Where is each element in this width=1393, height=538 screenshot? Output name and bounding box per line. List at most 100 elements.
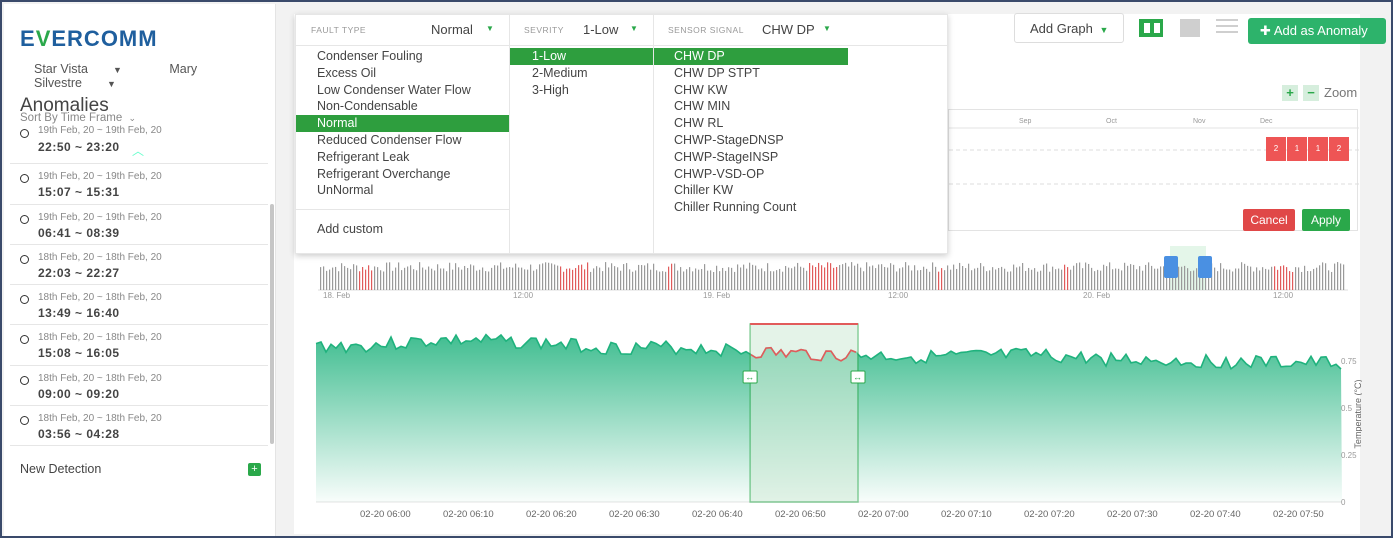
navigator-bar [1244,263,1246,290]
x-tick-label: 02-20 06:50 [775,509,826,520]
navigator-bar [1187,268,1189,290]
navigator-bar [1298,267,1300,290]
severity-option[interactable]: 3-High [510,82,653,99]
anomaly-cell[interactable]: 2 [1329,137,1349,161]
anomaly-item[interactable]: 19th Feb, 20 ~ 19th Feb, 20 22:50 ~ 23:2… [10,124,268,165]
severity-option-selected[interactable]: 1-Low [510,48,653,65]
navigator-bar [749,262,751,290]
cancel-button[interactable]: Cancel [1243,209,1295,231]
resize-arrow-icon: ↔ [853,372,862,382]
radio-icon[interactable] [20,416,29,426]
fault-option[interactable]: Refrigerant Leak [296,149,509,166]
navigator-bar [407,266,409,290]
site-selector[interactable]: Star Vista ▼ [34,62,144,76]
sensor-option[interactable]: CHWP-StageINSP [654,149,848,166]
navigator-bar [536,269,538,290]
x-tick-label: 02-20 06:40 [692,509,743,520]
severity-header[interactable]: SEVRITY 1-Low ▼ [510,15,654,46]
sensor-option[interactable]: CHWP-VSD-OP [654,166,848,183]
navigator-bar [683,271,685,290]
navigator-bar [1040,270,1042,290]
plus-icon[interactable]: + [248,463,261,476]
navigator-bar [626,263,628,290]
navigator-bar [896,271,898,290]
sensor-option[interactable]: Chiller Running Count [654,199,848,216]
sensor-option[interactable]: Chiller KW [654,182,848,199]
sensor-option[interactable]: CHW MIN [654,98,848,115]
radio-icon[interactable] [20,254,29,264]
fault-option[interactable]: Reduced Condenser Flow [296,132,509,149]
fault-option[interactable]: Low Condenser Water Flow [296,82,509,99]
anomaly-item[interactable]: 18th Feb, 20 ~ 18th Feb, 20 15:08 ~ 16:0… [10,325,268,366]
sensor-option[interactable]: CHWP-StageDNSP [654,132,848,149]
radio-icon[interactable] [20,335,29,345]
radio-icon[interactable] [20,129,29,138]
sensor-signal-header[interactable]: SENSOR SIGNAL CHW DP ▼ [654,15,948,46]
split-view-icon[interactable] [1139,19,1163,37]
navigator-bar [1001,266,1003,290]
anomaly-cell[interactable]: 1 [1308,137,1328,161]
radio-icon[interactable] [20,375,29,385]
sensor-option[interactable]: CHW RL [654,115,848,132]
navigator-bar [380,270,382,290]
anomaly-item[interactable]: 19th Feb, 20 ~ 19th Feb, 20 15:07 ~ 15:3… [10,164,268,205]
navigator-bar [581,264,583,290]
navigator-bar [968,263,970,290]
radio-icon[interactable] [20,214,29,224]
anomaly-cell[interactable]: 2 [1266,137,1286,161]
chevron-up-icon[interactable]: ︿ [132,142,144,159]
anomaly-item[interactable]: 18th Feb, 20 ~ 18th Feb, 20 03:56 ~ 04:2… [10,406,268,447]
zoom-in-icon[interactable]: + [1282,85,1298,101]
anomaly-item[interactable]: 18th Feb, 20 ~ 18th Feb, 20 22:03 ~ 22:2… [10,245,268,286]
sensor-option-selected[interactable]: CHW DP [654,48,848,65]
navigator-bar [1190,271,1192,290]
navigator-bar [473,265,475,290]
navigator-bar [1043,264,1045,290]
navigator-bar [560,266,562,290]
anomaly-item[interactable]: 18th Feb, 20 ~ 18th Feb, 20 09:00 ~ 09:2… [10,366,268,407]
anomaly-item[interactable]: 19th Feb, 20 ~ 19th Feb, 20 06:41 ~ 08:3… [10,205,268,245]
navigator-bar [569,268,571,290]
navigator-bar [1310,271,1312,290]
fault-option[interactable]: Refrigerant Overchange [296,166,509,183]
radio-icon[interactable] [20,174,29,184]
navigator-bar [824,267,826,290]
fault-option[interactable]: Non-Condensable [296,98,509,115]
navigator-bar [449,262,451,290]
add-as-anomaly-button[interactable]: ✚ Add as Anomaly [1248,18,1386,44]
navigator-bar [992,267,994,290]
fault-type-header[interactable]: FAULT TYPE Normal ▼ [296,15,510,46]
x-tick-label: 02-20 07:30 [1107,509,1158,520]
severity-option[interactable]: 2-Medium [510,65,653,82]
sidebar-scrollbar[interactable] [270,204,274,444]
add-graph-button[interactable]: Add Graph ▼ [1014,13,1124,43]
sensor-option[interactable]: CHW DP STPT [654,65,848,82]
navigator-bar [359,271,361,290]
zoom-out-icon[interactable]: − [1303,85,1319,101]
navigator-bar [752,264,754,290]
fault-option-selected[interactable]: Normal [296,115,509,132]
navigator-bar [482,267,484,290]
navigator-bar [653,263,655,290]
anomaly-cell[interactable]: 1 [1287,137,1307,161]
navigator-bar [1280,266,1282,290]
fault-option[interactable]: Condenser Fouling [296,48,509,65]
fault-option[interactable]: Excess Oil [296,65,509,82]
navigator-bar [320,267,322,290]
navigator-strip[interactable]: 18. Feb 12:00 19. Feb 12:00 20. Feb 12:00 [318,246,1348,302]
fault-option[interactable]: UnNormal [296,182,509,199]
navigator-bar [416,270,418,290]
apply-button[interactable]: Apply [1302,209,1350,231]
navigator-bar [929,271,931,290]
anomaly-item[interactable]: 18th Feb, 20 ~ 18th Feb, 20 13:49 ~ 16:4… [10,285,268,326]
sort-selector[interactable]: Sort By Time Frame ⌄ [20,112,136,124]
navigator-bar [872,265,874,290]
sensor-option[interactable]: CHW KW [654,82,848,99]
single-view-icon[interactable] [1180,19,1200,37]
navigator-bar [614,266,616,290]
navigator-bar [1100,270,1102,290]
list-view-icon[interactable] [1216,19,1238,37]
add-custom-option[interactable]: Add custom [296,210,509,236]
navigator-bar [551,263,553,290]
radio-icon[interactable] [20,295,29,305]
